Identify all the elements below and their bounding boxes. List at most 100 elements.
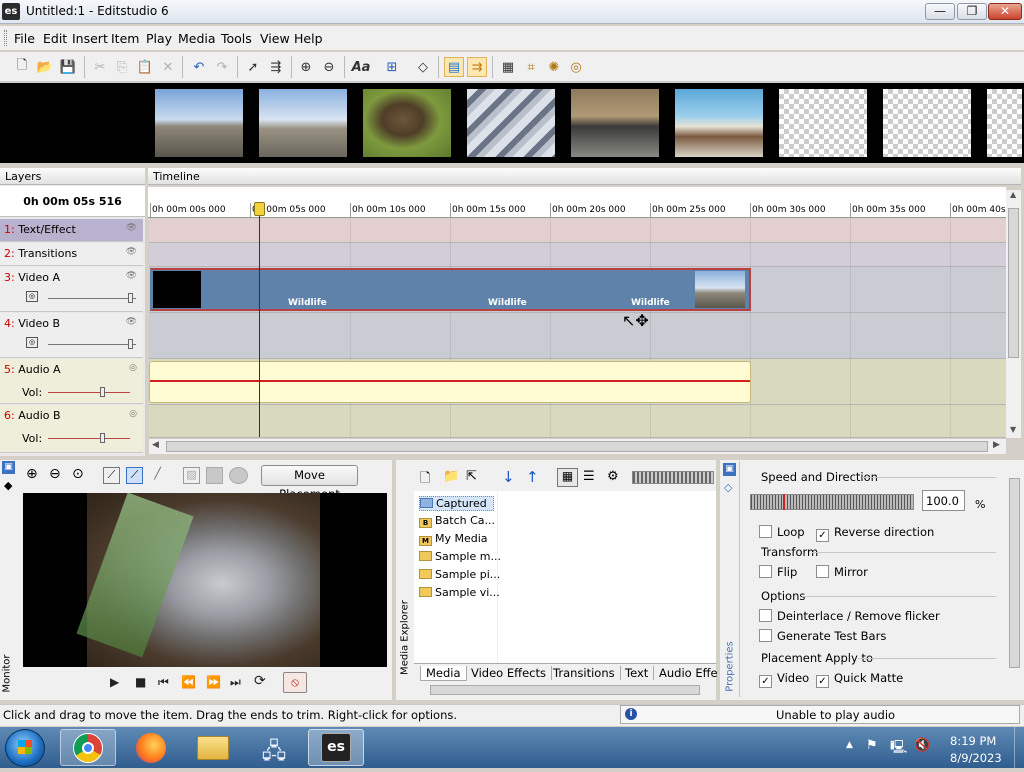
move-up-icon[interactable]: ↑: [526, 468, 539, 486]
layer-audio-b[interactable]: 6: Audio B ◎ Vol:: [0, 405, 143, 453]
reverse-direction-checkbox[interactable]: ✓ Reverse direction: [816, 525, 934, 542]
fast-forward-icon[interactable]: ⏩: [206, 675, 221, 689]
menu-tools[interactable]: Tools: [221, 31, 252, 46]
stop-icon[interactable]: ■: [135, 675, 146, 689]
thumbnail-penguins[interactable]: [155, 89, 243, 157]
flip-checkbox[interactable]: Flip: [759, 565, 797, 579]
fill-icon[interactable]: [206, 467, 223, 484]
thumbnail-seals[interactable]: [571, 89, 659, 157]
file-explorer-icon[interactable]: [197, 736, 229, 760]
app-icon[interactable]: es: [2, 3, 20, 20]
layer-video-b[interactable]: 4: Video B 👁 ◎: [0, 313, 143, 358]
vertical-scroll-thumb[interactable]: [1008, 208, 1019, 358]
video-checkbox[interactable]: ✓ Video: [759, 671, 809, 688]
playhead-line[interactable]: [259, 202, 260, 437]
menu-item[interactable]: Item: [111, 31, 139, 46]
folder-icon[interactable]: 📁: [443, 469, 459, 484]
layer-audio-a[interactable]: 5: Audio A ◎ Vol:: [0, 359, 143, 404]
paste-icon[interactable]: 📋: [135, 57, 155, 77]
menu-file[interactable]: File: [14, 31, 35, 46]
folder-sample-pictures[interactable]: Sample pi...: [419, 568, 500, 581]
thumbnail-marmot[interactable]: [363, 89, 451, 157]
keyframe-diamond-icon[interactable]: ◆: [4, 479, 12, 492]
menu-play[interactable]: Play: [146, 31, 172, 46]
track-video-b[interactable]: [149, 313, 1006, 359]
speed-slider-marker[interactable]: [783, 494, 785, 510]
scroll-up-icon[interactable]: ▲: [1010, 190, 1016, 199]
scroll-down-icon[interactable]: ▼: [1010, 425, 1016, 434]
minimize-button[interactable]: —: [925, 3, 955, 20]
ellipse-icon[interactable]: [229, 467, 248, 484]
skip-end-icon[interactable]: ⏭: [230, 675, 241, 690]
multi-select-icon[interactable]: ⇶: [266, 57, 286, 77]
folder-sample-media[interactable]: Sample m...: [419, 550, 501, 563]
volume-slider-track[interactable]: [48, 438, 130, 439]
close-button[interactable]: ✕: [988, 3, 1022, 20]
pointer-icon[interactable]: ➚: [243, 57, 263, 77]
opacity-slider-thumb[interactable]: [128, 293, 133, 303]
media-file-list[interactable]: [498, 491, 716, 663]
tab-transitions[interactable]: Transitions: [548, 666, 621, 680]
folder-my-media[interactable]: M My Media: [419, 532, 488, 546]
tray-expand-icon[interactable]: ▲: [846, 740, 853, 750]
eye-icon[interactable]: 👁: [126, 247, 137, 257]
zoom-in-icon[interactable]: ⊕: [26, 466, 38, 482]
line-icon[interactable]: ╱: [149, 467, 166, 484]
eye-icon[interactable]: 👁: [126, 223, 137, 233]
save-icon[interactable]: 💾: [58, 57, 78, 77]
thumbnail-pigeons[interactable]: [467, 89, 555, 157]
thumbnail-view-icon[interactable]: ▦: [557, 468, 578, 487]
media-scroll-thumb[interactable]: [430, 685, 700, 695]
zoom-out-icon[interactable]: ⊖: [49, 466, 61, 482]
audio-clip[interactable]: [149, 361, 751, 403]
folder-captured[interactable]: Captured: [419, 496, 494, 511]
track-text-effect[interactable]: [149, 219, 1006, 243]
keyframe-icon[interactable]: ◇: [413, 57, 433, 77]
play-icon[interactable]: ▶: [110, 675, 119, 689]
skip-start-icon[interactable]: ⏮: [158, 675, 169, 690]
opacity-icon[interactable]: ◎: [26, 337, 38, 348]
audio-volume-line[interactable]: [150, 380, 750, 382]
redo-icon[interactable]: ↷: [212, 57, 232, 77]
maximize-button[interactable]: ❐: [957, 3, 987, 20]
layer-text-effect[interactable]: 1: Text/Effect 👁: [0, 219, 143, 242]
panel-pin-icon[interactable]: ▣: [723, 463, 736, 476]
thumbnail-horses-beach[interactable]: [675, 89, 763, 157]
tab-video-effects[interactable]: Video Effects: [466, 666, 552, 680]
tab-media[interactable]: Media: [420, 666, 467, 681]
curve-icon[interactable]: ⟋: [103, 467, 120, 484]
opacity-slider-thumb[interactable]: [128, 339, 133, 349]
speed-value-field[interactable]: 100.0: [922, 490, 965, 511]
properties-scroll-thumb[interactable]: [1009, 478, 1020, 668]
crop-icon[interactable]: ⌗: [521, 57, 541, 77]
panel-pin-icon[interactable]: ▣: [2, 461, 15, 474]
opacity-icon[interactable]: ◎: [26, 291, 38, 302]
eye-icon[interactable]: 👁: [126, 271, 137, 281]
thumbnail-empty[interactable]: [779, 89, 867, 157]
undo-icon[interactable]: ↶: [189, 57, 209, 77]
linear-icon[interactable]: ⟋: [126, 467, 143, 484]
volume-slider-thumb[interactable]: [100, 387, 105, 397]
network-tool-icon[interactable]: 🖧: [258, 734, 290, 764]
snap-icon[interactable]: ⇉: [467, 57, 487, 77]
show-desktop-button[interactable]: [1014, 727, 1024, 768]
copy-icon[interactable]: ⎘: [112, 57, 132, 77]
clock-date[interactable]: 8/9/2023: [950, 751, 1002, 765]
layer-transitions[interactable]: 2: Transitions 👁: [0, 243, 143, 266]
eye-icon[interactable]: 👁: [126, 317, 137, 327]
volume-slider-track[interactable]: [48, 392, 130, 393]
playhead-handle[interactable]: [254, 202, 265, 216]
scroll-right-icon[interactable]: ▶: [993, 440, 1000, 450]
tray-network-icon[interactable]: 🖳: [890, 738, 907, 760]
target-icon[interactable]: ◎: [566, 57, 586, 77]
thumbnail-empty[interactable]: [987, 89, 1022, 157]
menu-view[interactable]: View: [260, 31, 290, 46]
horizontal-scroll-thumb[interactable]: [166, 441, 988, 452]
volume-slider-thumb[interactable]: [100, 433, 105, 443]
deinterlace-checkbox[interactable]: Deinterlace / Remove flicker: [759, 609, 940, 623]
new-item-icon[interactable]: 🗋: [420, 469, 430, 491]
track-transitions[interactable]: [149, 243, 1006, 267]
menu-media[interactable]: Media: [178, 31, 216, 46]
zoom-fit-icon[interactable]: ⊙: [72, 466, 84, 482]
list-view-icon[interactable]: ☰: [583, 469, 595, 484]
